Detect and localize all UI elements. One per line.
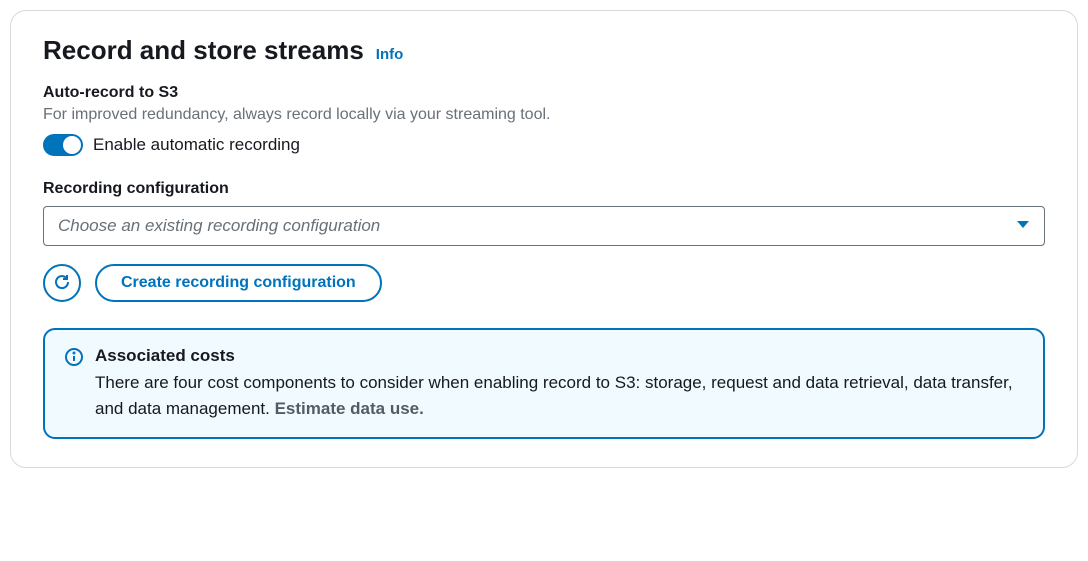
info-box-text: There are four cost components to consid… (95, 370, 1023, 421)
info-icon (65, 346, 83, 421)
record-streams-panel: Record and store streams Info Auto-recor… (10, 10, 1078, 468)
select-placeholder: Choose an existing recording configurati… (58, 216, 380, 236)
refresh-button[interactable] (43, 264, 81, 302)
recording-config-select[interactable]: Choose an existing recording configurati… (43, 206, 1045, 246)
auto-record-toggle[interactable] (43, 134, 83, 156)
config-button-row: Create recording configuration (43, 264, 1045, 302)
refresh-icon (53, 273, 71, 294)
info-box-title: Associated costs (95, 346, 1023, 366)
auto-record-section: Auto-record to S3 For improved redundanc… (43, 84, 1045, 156)
info-content: Associated costs There are four cost com… (95, 346, 1023, 421)
create-config-button[interactable]: Create recording configuration (95, 264, 382, 302)
recording-config-section: Recording configuration Choose an existi… (43, 180, 1045, 246)
auto-record-label: Auto-record to S3 (43, 84, 1045, 102)
chevron-down-icon (1016, 217, 1030, 235)
auto-record-toggle-row: Enable automatic recording (43, 134, 1045, 156)
associated-costs-box: Associated costs There are four cost com… (43, 328, 1045, 439)
panel-title: Record and store streams (43, 35, 364, 66)
info-box-body: There are four cost components to consid… (95, 373, 1013, 418)
panel-header: Record and store streams Info (43, 35, 1045, 66)
auto-record-description: For improved redundancy, always record l… (43, 106, 1045, 124)
estimate-data-link[interactable]: Estimate data use. (275, 399, 424, 418)
toggle-label: Enable automatic recording (93, 135, 300, 155)
info-link[interactable]: Info (376, 46, 404, 63)
toggle-knob (63, 136, 81, 154)
recording-config-label: Recording configuration (43, 180, 1045, 198)
